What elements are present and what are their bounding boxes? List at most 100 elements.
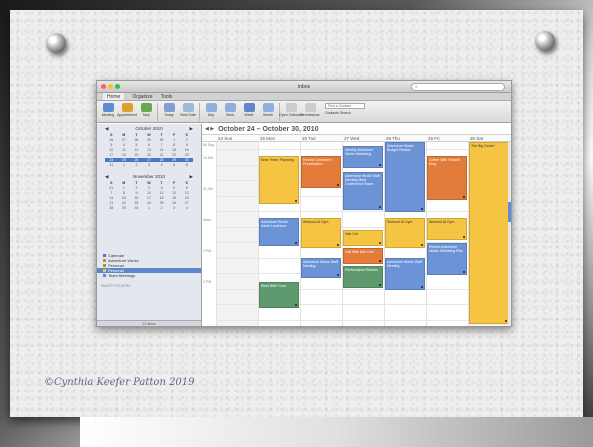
ribbon-button-view-date[interactable]: View Date bbox=[180, 103, 196, 117]
mini-calendar-day[interactable]: 4 bbox=[155, 163, 168, 167]
calendar-event[interactable]: Workout At Gym bbox=[427, 218, 467, 240]
mini-calendar-day[interactable]: 2 bbox=[155, 206, 168, 210]
ribbon-button-open-calendar[interactable]: Open Calendar bbox=[279, 103, 303, 117]
calendar-event[interactable]: Adventure Works Staff Meeting Meet Confe… bbox=[343, 172, 383, 210]
mini-calendar-day[interactable]: 30 bbox=[180, 158, 193, 162]
contacts-search-button[interactable]: Contacts Search bbox=[325, 111, 365, 115]
mini-calendar-day[interactable]: 20 bbox=[143, 153, 156, 157]
mini-calendar-day[interactable]: 28 bbox=[105, 206, 118, 210]
mini-calendar-day[interactable]: 17 bbox=[143, 196, 156, 200]
mini-calendar-day[interactable]: 14 bbox=[155, 148, 168, 152]
mini-calendar-day[interactable]: 31 bbox=[105, 186, 118, 190]
mini-calendar-day[interactable]: 1 bbox=[143, 206, 156, 210]
tab-home[interactable]: Home bbox=[103, 93, 125, 100]
mini-calendar-day[interactable]: 24 bbox=[105, 158, 118, 162]
mini-calendar-day[interactable]: 28 bbox=[155, 158, 168, 162]
mini-calendar-day[interactable]: 11 bbox=[118, 148, 131, 152]
calendar-list-item[interactable]: Team Meetings bbox=[97, 273, 201, 278]
mini-calendar-day[interactable]: 16 bbox=[130, 196, 143, 200]
mini-calendar-day[interactable]: 12 bbox=[130, 148, 143, 152]
calendar-event[interactable]: Workout At Gym bbox=[301, 218, 341, 248]
mini-calendar-day[interactable]: 29 bbox=[167, 158, 181, 162]
mini-calendar-day[interactable]: 16 bbox=[180, 148, 193, 152]
ribbon-button-day[interactable]: Day bbox=[203, 103, 219, 117]
mini-calendar-day[interactable]: 25 bbox=[155, 201, 168, 205]
calendar-event[interactable]: Performance Review bbox=[343, 266, 383, 288]
prev-month-icon[interactable]: ◀ bbox=[105, 126, 108, 132]
ribbon-button-appointment[interactable]: Appointment bbox=[117, 103, 137, 117]
mini-calendar-day[interactable]: 1 bbox=[168, 138, 181, 142]
ribbon-button-week[interactable]: Week bbox=[241, 103, 257, 117]
calendar-event[interactable]: Review Adventure Works Marketing Plan bbox=[427, 243, 467, 275]
mini-calendar-day[interactable]: 26 bbox=[105, 138, 118, 142]
mini-calendar-day[interactable]: 23 bbox=[130, 201, 143, 205]
prev-month-icon[interactable]: ◀ bbox=[105, 174, 108, 180]
mini-calendar-day[interactable]: 2 bbox=[180, 138, 193, 142]
mini-calendar-day[interactable]: 14 bbox=[105, 196, 118, 200]
mini-calendar-day[interactable]: 26 bbox=[130, 158, 143, 162]
mini-calendar-day[interactable]: 2 bbox=[130, 163, 143, 167]
calendar-event[interactable]: Weekly Adventure Works Marketing bbox=[343, 146, 383, 168]
mini-calendar-day[interactable]: 17 bbox=[105, 153, 118, 157]
mini-calendar-day[interactable]: 4 bbox=[180, 206, 193, 210]
find-contact-field[interactable]: Find a Contact bbox=[325, 103, 365, 109]
mini-calendar-day[interactable]: 8 bbox=[168, 143, 181, 147]
tab-organize[interactable]: Organize bbox=[132, 93, 152, 100]
ribbon-button-task[interactable]: Task bbox=[138, 103, 154, 117]
calendar-event[interactable]: Call With Bob Geir bbox=[343, 248, 383, 264]
mini-calendar-day[interactable]: 10 bbox=[105, 148, 118, 152]
calendar-event[interactable]: Adventure Works Intern Luncheon bbox=[259, 218, 299, 246]
mini-calendar-day[interactable]: 13 bbox=[180, 191, 193, 195]
mini-calendar-day[interactable]: 3 bbox=[168, 206, 181, 210]
mini-calendar-day[interactable]: 4 bbox=[118, 143, 131, 147]
calendar-event[interactable]: Near Years' Planning bbox=[259, 156, 299, 204]
mini-calendar-day[interactable]: 22 bbox=[118, 201, 131, 205]
mini-calendar-day[interactable]: 12 bbox=[168, 191, 181, 195]
calendar-event[interactable]: Adventure Works Budget Review bbox=[385, 142, 425, 212]
ribbon-button-meeting[interactable]: Meeting bbox=[100, 103, 116, 117]
mini-calendar-day[interactable]: 5 bbox=[168, 163, 181, 167]
mini-calendar-day[interactable]: 19 bbox=[130, 153, 143, 157]
mini-calendar-day[interactable]: 2 bbox=[130, 186, 143, 190]
mini-calendar-day[interactable]: 19 bbox=[168, 196, 181, 200]
mini-calendar-day[interactable]: 1 bbox=[118, 186, 131, 190]
calendar-event[interactable]: Meet With Trout bbox=[259, 282, 299, 308]
mini-calendar-day[interactable]: 26 bbox=[168, 201, 181, 205]
mini-calendar-day[interactable]: 22 bbox=[168, 153, 181, 157]
tab-tools[interactable]: Tools bbox=[161, 93, 173, 100]
mini-calendar-day[interactable]: 10 bbox=[143, 191, 156, 195]
mini-calendar-day[interactable]: 21 bbox=[155, 153, 168, 157]
ribbon-button-month[interactable]: Month bbox=[260, 103, 276, 117]
mini-calendar-day[interactable]: 15 bbox=[118, 196, 131, 200]
mini-calendar-day[interactable]: 25 bbox=[117, 158, 131, 162]
mini-calendar-day[interactable]: 6 bbox=[180, 186, 193, 190]
next-month-icon[interactable]: ▶ bbox=[190, 126, 193, 132]
mini-calendar-day[interactable]: 11 bbox=[155, 191, 168, 195]
mini-calendar-day[interactable]: 24 bbox=[143, 201, 156, 205]
calendar-event[interactable]: Adventure Works Staff Meeting bbox=[385, 258, 425, 290]
mini-calendar-day[interactable]: 31 bbox=[105, 163, 118, 167]
calendar-event[interactable]: The Big Game! bbox=[469, 142, 509, 324]
calendar-event[interactable]: Coffee With Russell King bbox=[427, 156, 467, 200]
calendar-event[interactable]: Review Christine's Presentation bbox=[301, 156, 341, 188]
mini-calendar-day[interactable]: 7 bbox=[155, 143, 168, 147]
ribbon-button-work[interactable]: Work bbox=[222, 103, 238, 117]
mini-calendar-day[interactable]: 20 bbox=[180, 196, 193, 200]
mini-calendar-day[interactable]: 27 bbox=[180, 201, 193, 205]
mini-calendar-day[interactable]: 3 bbox=[143, 186, 156, 190]
ribbon-button-permissions[interactable]: Permissions bbox=[300, 103, 320, 117]
mini-calendar-day[interactable]: 13 bbox=[143, 148, 156, 152]
mini-calendar-day[interactable]: 9 bbox=[130, 191, 143, 195]
calendar-event[interactable]: Hair Cut bbox=[343, 230, 383, 246]
next-month-icon[interactable]: ▶ bbox=[190, 174, 193, 180]
mini-calendar-day[interactable]: 6 bbox=[143, 143, 156, 147]
mini-calendar-day[interactable]: 5 bbox=[168, 186, 181, 190]
ribbon-button-today[interactable]: Today bbox=[161, 103, 177, 117]
mini-calendar-day[interactable]: 8 bbox=[118, 191, 131, 195]
mini-calendar-day[interactable]: 18 bbox=[155, 196, 168, 200]
mini-calendar-day[interactable]: 6 bbox=[180, 163, 193, 167]
mini-calendar-day[interactable]: 3 bbox=[143, 163, 156, 167]
mini-calendar-day[interactable]: 29 bbox=[118, 206, 131, 210]
mini-calendar-day[interactable]: 5 bbox=[130, 143, 143, 147]
calendar-scrollbar[interactable] bbox=[508, 142, 511, 326]
